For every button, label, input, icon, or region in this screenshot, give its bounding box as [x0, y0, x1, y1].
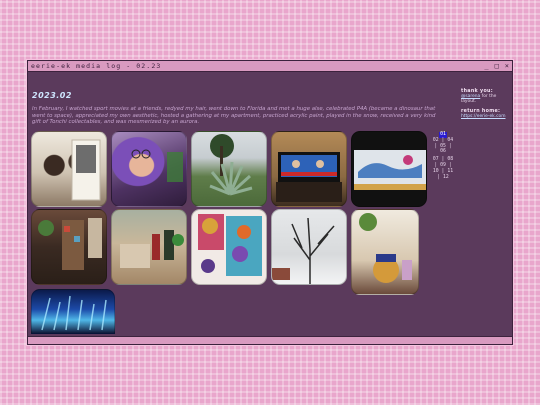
photo-friends-viewing-prints[interactable]	[31, 131, 107, 207]
photo-tabletop-figures[interactable]	[111, 209, 187, 285]
window-statusbar	[28, 336, 512, 344]
window-controls: _ □ ×	[484, 61, 509, 71]
shelf-icon	[38, 218, 102, 270]
pager-link-06[interactable]: 06	[440, 149, 446, 155]
pager-separator: |	[437, 174, 441, 180]
agave-plant-icon	[209, 134, 253, 196]
close-icon[interactable]: ×	[505, 61, 509, 71]
photo-purple-hair-selfie[interactable]	[111, 131, 187, 207]
window-titlebar[interactable]: eerie-ek media log - 02.23 _ □ ×	[28, 61, 512, 72]
month-pager: 01 02 | 04 | 05 | 06 07 | 08 | 09 | 10 |…	[432, 132, 454, 180]
return-text: https://eerie-ek.com	[461, 114, 509, 119]
pager-link-12[interactable]: 12	[443, 175, 449, 181]
aurora-icon	[41, 295, 107, 331]
photo-acrylic-paintings[interactable]	[191, 209, 267, 285]
photo-florida-agave-plant[interactable]	[191, 131, 267, 207]
photo-tonchi-collectables[interactable]	[351, 209, 419, 295]
page-title: 2023.02	[32, 91, 72, 100]
sidebar: thank you: @sarena for the layout. retur…	[461, 89, 509, 119]
window-title: eerie-ek media log - 02.23	[31, 62, 162, 70]
thanks-text: @sarena for the layout.	[461, 94, 509, 105]
poster-icon	[354, 150, 426, 190]
tree-icon	[272, 217, 335, 284]
pager-separator: |	[448, 143, 452, 149]
photo-gallery	[31, 131, 431, 334]
media-log-window: eerie-ek media log - 02.23 _ □ × 2023.02…	[27, 60, 513, 345]
collectable-figure-icon	[359, 213, 412, 283]
return-home-link[interactable]: https://eerie-ek.com	[461, 114, 505, 119]
glasses-icon	[131, 149, 183, 182]
minimize-icon[interactable]: _	[484, 61, 488, 71]
painting-icon	[198, 214, 262, 276]
television-icon	[276, 152, 342, 202]
photo-cluttered-shelf-room[interactable]	[31, 209, 107, 285]
month-summary: In February, I watched sport movies at a…	[32, 106, 436, 126]
photo-dinosaur-poster[interactable]	[351, 131, 427, 207]
photo-print-frame-icon	[71, 139, 101, 201]
maximize-icon[interactable]: □	[495, 61, 499, 71]
figures-icon	[120, 230, 184, 268]
photo-snowy-tree[interactable]	[271, 209, 347, 285]
photo-tv-news-broadcast[interactable]	[271, 131, 347, 207]
photo-aurora-screen[interactable]	[31, 289, 115, 334]
pager-separator: |	[434, 143, 438, 149]
